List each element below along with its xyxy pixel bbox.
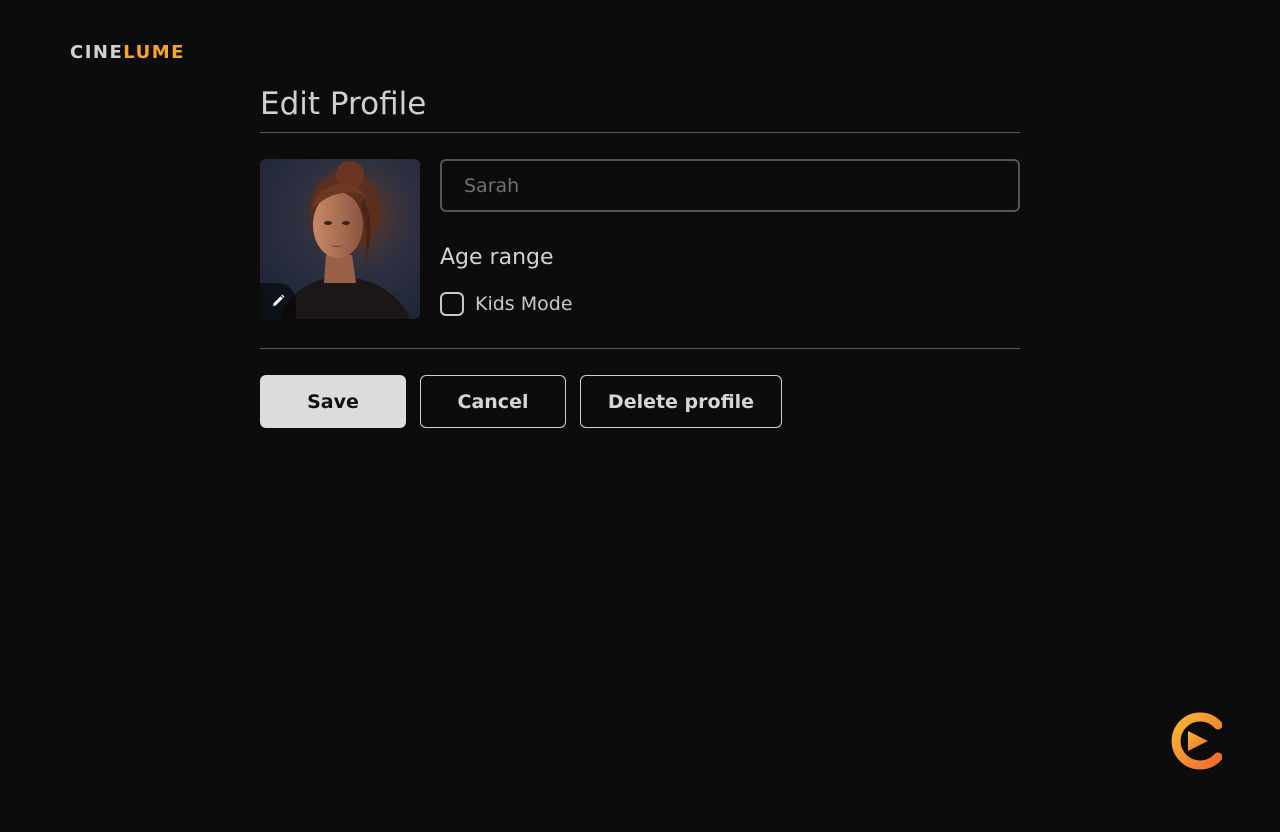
page-title: Edit Profile bbox=[260, 86, 427, 122]
kids-mode-checkbox[interactable] bbox=[440, 292, 464, 316]
profile-actions: Save Cancel Delete profile bbox=[260, 375, 1020, 428]
title-divider bbox=[260, 132, 1020, 133]
profile-name-input[interactable] bbox=[440, 159, 1020, 212]
kids-mode-option[interactable]: Kids Mode bbox=[440, 292, 1020, 316]
logo-text-lume: LUME bbox=[123, 42, 185, 63]
cinelume-play-logo-icon bbox=[1171, 712, 1222, 770]
app-logo[interactable]: CINE LUME bbox=[70, 42, 185, 63]
age-range-label: Age range bbox=[440, 245, 554, 270]
cancel-button[interactable]: Cancel bbox=[420, 375, 566, 428]
logo-text-cine: CINE bbox=[70, 42, 124, 63]
delete-profile-button[interactable]: Delete profile bbox=[580, 375, 782, 428]
kids-mode-label: Kids Mode bbox=[475, 293, 573, 315]
profile-edit-row: Age range Kids Mode bbox=[260, 159, 1020, 319]
pencil-icon bbox=[273, 294, 285, 306]
edit-profile-panel: Edit Profile Sarah Age range Kids Mode S… bbox=[260, 84, 1020, 428]
profile-fields: Age range Kids Mode bbox=[440, 159, 1020, 319]
actions-divider bbox=[260, 348, 1020, 349]
profile-avatar[interactable] bbox=[260, 159, 420, 319]
save-button[interactable]: Save bbox=[260, 375, 406, 428]
avatar-edit-button[interactable] bbox=[260, 283, 296, 319]
edit-profile-page: CINE LUME Edit Profile Sarah Age range K… bbox=[0, 0, 1280, 832]
